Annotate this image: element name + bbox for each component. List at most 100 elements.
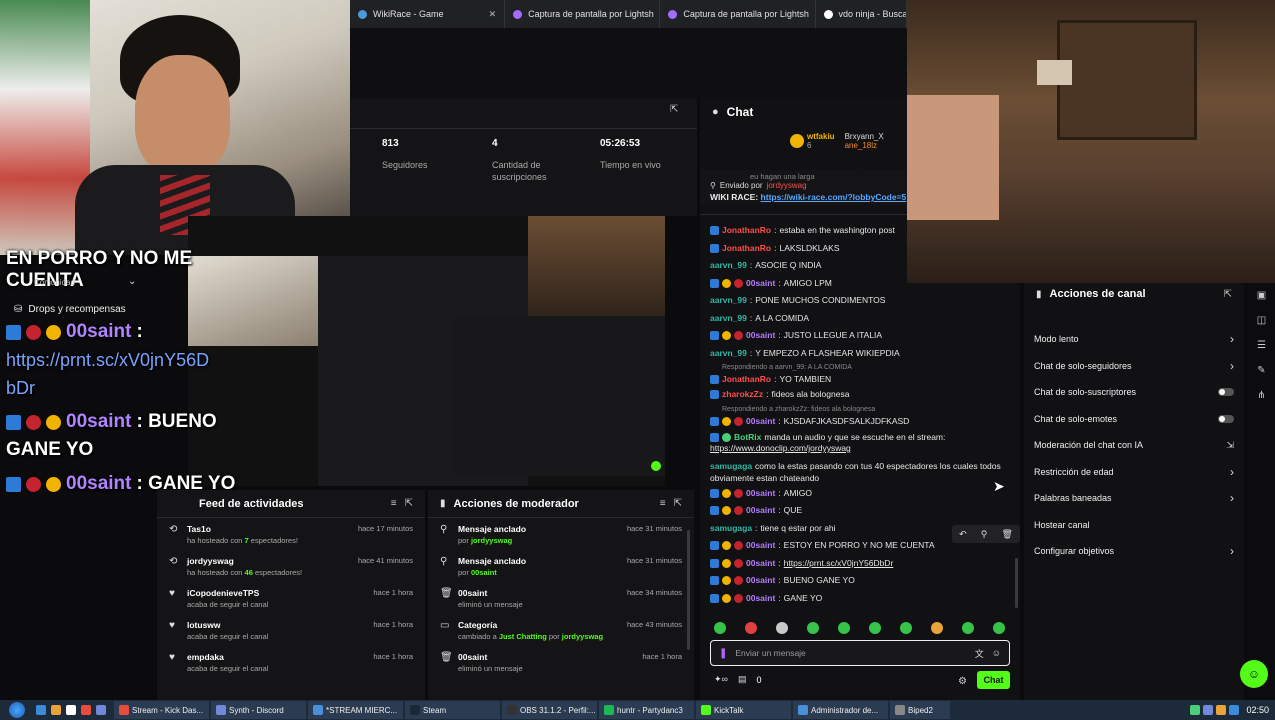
chat-username[interactable]: JonathanRo	[722, 374, 771, 385]
app-icon[interactable]	[81, 705, 91, 715]
pinned-link[interactable]: https://wiki-race.com/?lobbyCode=5	[761, 192, 907, 202]
chat-username[interactable]: 00saint	[746, 540, 775, 551]
emote-icon[interactable]	[838, 622, 850, 634]
gear-icon[interactable]: ⚙	[958, 676, 967, 687]
queue-icon[interactable]: ☰	[1252, 335, 1272, 355]
wrench-icon[interactable]: ✎	[1252, 360, 1272, 380]
translate-icon[interactable]: 文	[975, 647, 984, 660]
toggle-switch[interactable]	[1218, 414, 1234, 423]
browser-tab[interactable]: Captura de pantalla por Lightsh✕	[505, 0, 661, 28]
chat-username[interactable]: samugaga	[710, 523, 752, 534]
chat-input[interactable]: ❚ Enviar un mensaje 文 ☺	[710, 640, 1010, 666]
app-icon[interactable]	[96, 705, 106, 715]
app-icon[interactable]	[36, 705, 46, 715]
taskbar-item[interactable]: Stream - Kick Das...	[114, 701, 209, 719]
mod-action-row[interactable]: ⚲ Mensaje anclado por jordyyswag hace 31 mi…	[428, 524, 694, 556]
clock[interactable]: 02:50	[1246, 705, 1269, 715]
toggle-switch[interactable]	[1218, 388, 1234, 397]
mod-action-row[interactable]: 🗑 00saint eliminó un mensaje hace 34 minuto…	[428, 588, 694, 620]
channel-action-item[interactable]: Modo lento ›	[1024, 326, 1244, 353]
chat-username[interactable]: JonathanRo	[722, 225, 771, 236]
channel-action-item[interactable]: Chat de solo-seguidores ›	[1024, 353, 1244, 380]
browser-tab[interactable]: Captura de pantalla por Lightsh✕	[660, 0, 816, 28]
taskbar-item[interactable]: Synth - Discord	[211, 701, 306, 719]
chat-message[interactable]: 00saint: AMIGO	[710, 485, 1012, 503]
chat-message[interactable]: BotRix manda un audio y que se escuche en…	[710, 432, 1012, 443]
browser-tab[interactable]: WikiRace - Game ✕	[350, 0, 506, 28]
expand-icon[interactable]: ⇱	[674, 498, 682, 509]
chat-scrollbar[interactable]	[1015, 558, 1018, 608]
chat-message[interactable]: 00saint: JUSTO LLEGUE A ITALIA	[710, 327, 1012, 345]
help-button[interactable]: ☺	[1240, 660, 1268, 688]
app-icon[interactable]	[51, 705, 61, 715]
chat-username[interactable]: aarvn_99	[710, 295, 747, 306]
emote-icon[interactable]	[962, 622, 974, 634]
taskbar-item[interactable]: OBS 31.1.2 - Perfil:...	[502, 701, 597, 719]
mod-action-row[interactable]: ⚲ Mensaje anclado por 00saint hace 31 minut…	[428, 556, 694, 588]
chat-username[interactable]: aarvn_99	[710, 313, 747, 324]
chat-username[interactable]: 00saint	[746, 575, 775, 586]
channel-action-item[interactable]: Chat de solo-suscriptores	[1024, 379, 1244, 406]
taskbar-item[interactable]: *STREAM MIERC...	[308, 701, 403, 719]
chat-username[interactable]: aarvn_99	[710, 260, 747, 271]
chat-username[interactable]: samugaga	[710, 461, 752, 472]
emote-icon[interactable]	[931, 622, 943, 634]
taskbar-item[interactable]: huntr - Partydanc3	[599, 701, 694, 719]
chat-icon[interactable]: ▣	[1252, 285, 1272, 305]
channel-action-item[interactable]: Restricción de edad ›	[1024, 459, 1244, 486]
start-button[interactable]	[0, 700, 34, 720]
mod-action-row[interactable]: 🗑 00saint eliminó un mensaje hace 1 hora	[428, 652, 694, 684]
tray-icon[interactable]	[1203, 705, 1214, 715]
expand-icon[interactable]: ⇱	[670, 104, 678, 115]
taskbar-item[interactable]: KickTalk	[696, 701, 791, 719]
chat-link[interactable]: https://www.donoclip.com/jordyyswag	[710, 443, 1012, 455]
emote-icon[interactable]	[993, 622, 1005, 634]
chat-message[interactable]: 00saint: GANE YO	[710, 590, 1012, 608]
taskbar-item[interactable]: Steam	[405, 701, 500, 719]
chat-message[interactable]: 00saint: KJSDAFJKASDFSALKJDFKASD	[710, 415, 1012, 428]
chat-username[interactable]: 00saint	[746, 558, 775, 569]
app-icon[interactable]	[66, 705, 76, 715]
tray-icon[interactable]	[1190, 705, 1201, 715]
wallet-icon[interactable]: ▤	[738, 674, 747, 685]
emote-icon[interactable]	[745, 622, 757, 634]
chat-message[interactable]: aarvn_99: Y EMPEZO A FLASHEAR WIKIEPDIA	[710, 345, 1012, 363]
expand-icon[interactable]: ⇱	[405, 498, 413, 509]
chat-message[interactable]: 00saint: BUENO GANE YO	[710, 572, 1012, 590]
expand-icon[interactable]: ⇱	[1224, 289, 1232, 300]
activity-row[interactable]: ⟲ Tas1o ha hosteado con 7 espectadores! hac…	[157, 524, 425, 556]
emoji-icon[interactable]: ☺	[992, 648, 1001, 658]
send-chat-button[interactable]: Chat	[977, 671, 1010, 689]
chat-message[interactable]: aarvn_99: PONE MUCHOS CONDIMENTOS	[710, 292, 1012, 310]
channel-action-item[interactable]: Hostear canal	[1024, 512, 1244, 539]
chevron-down-icon[interactable]: ⌄	[128, 276, 136, 287]
activity-row[interactable]: ♥ iCopodenieveTPS acaba de seguir el canal…	[157, 588, 425, 620]
channel-action-item[interactable]: Palabras baneadas ›	[1024, 485, 1244, 512]
chat-username[interactable]: 00saint	[746, 330, 775, 341]
chat-username[interactable]: zharokzZz	[722, 389, 763, 400]
chat-message[interactable]: 00saint: QUE	[710, 502, 1012, 520]
share-icon[interactable]: ⋔	[1252, 385, 1272, 405]
chat-username[interactable]: 00saint	[746, 593, 775, 604]
activity-row[interactable]: ♥ empdaka acaba de seguir el canal hace 1 h…	[157, 652, 425, 684]
pin-icon[interactable]: ⚲	[981, 529, 988, 540]
chat-username[interactable]: BotRix	[734, 432, 761, 443]
points-icon[interactable]: ✦∞	[714, 674, 728, 685]
chat-username[interactable]: 00saint	[746, 278, 775, 289]
taskbar-item[interactable]: Biped2	[890, 701, 950, 719]
chat-username[interactable]: 00saint	[746, 505, 775, 516]
chat-message[interactable]: aarvn_99: A LA COMIDA	[710, 310, 1012, 328]
emote-icon[interactable]	[776, 622, 788, 634]
tray-icon[interactable]	[1216, 705, 1227, 715]
chat-message[interactable]: JonathanRo: YO TAMBIEN	[710, 373, 1012, 386]
close-icon[interactable]: ✕	[489, 9, 497, 20]
chat-username[interactable]: 00saint	[746, 488, 775, 499]
reply-icon[interactable]: ↶	[959, 529, 967, 540]
emote-icon[interactable]	[807, 622, 819, 634]
chat-message[interactable]: zharokzZz: fideos ala bolognesa	[710, 386, 1012, 404]
mic-icon[interactable]: ❚	[719, 648, 727, 659]
chat-link[interactable]: https://prnt.sc/xV0jnY56DbDr	[784, 558, 894, 569]
chat-username[interactable]: JonathanRo	[722, 243, 771, 254]
trash-icon[interactable]: 🗑	[1001, 529, 1012, 540]
activity-row[interactable]: ♥ lotusww acaba de seguir el canal hace 1 h…	[157, 620, 425, 652]
